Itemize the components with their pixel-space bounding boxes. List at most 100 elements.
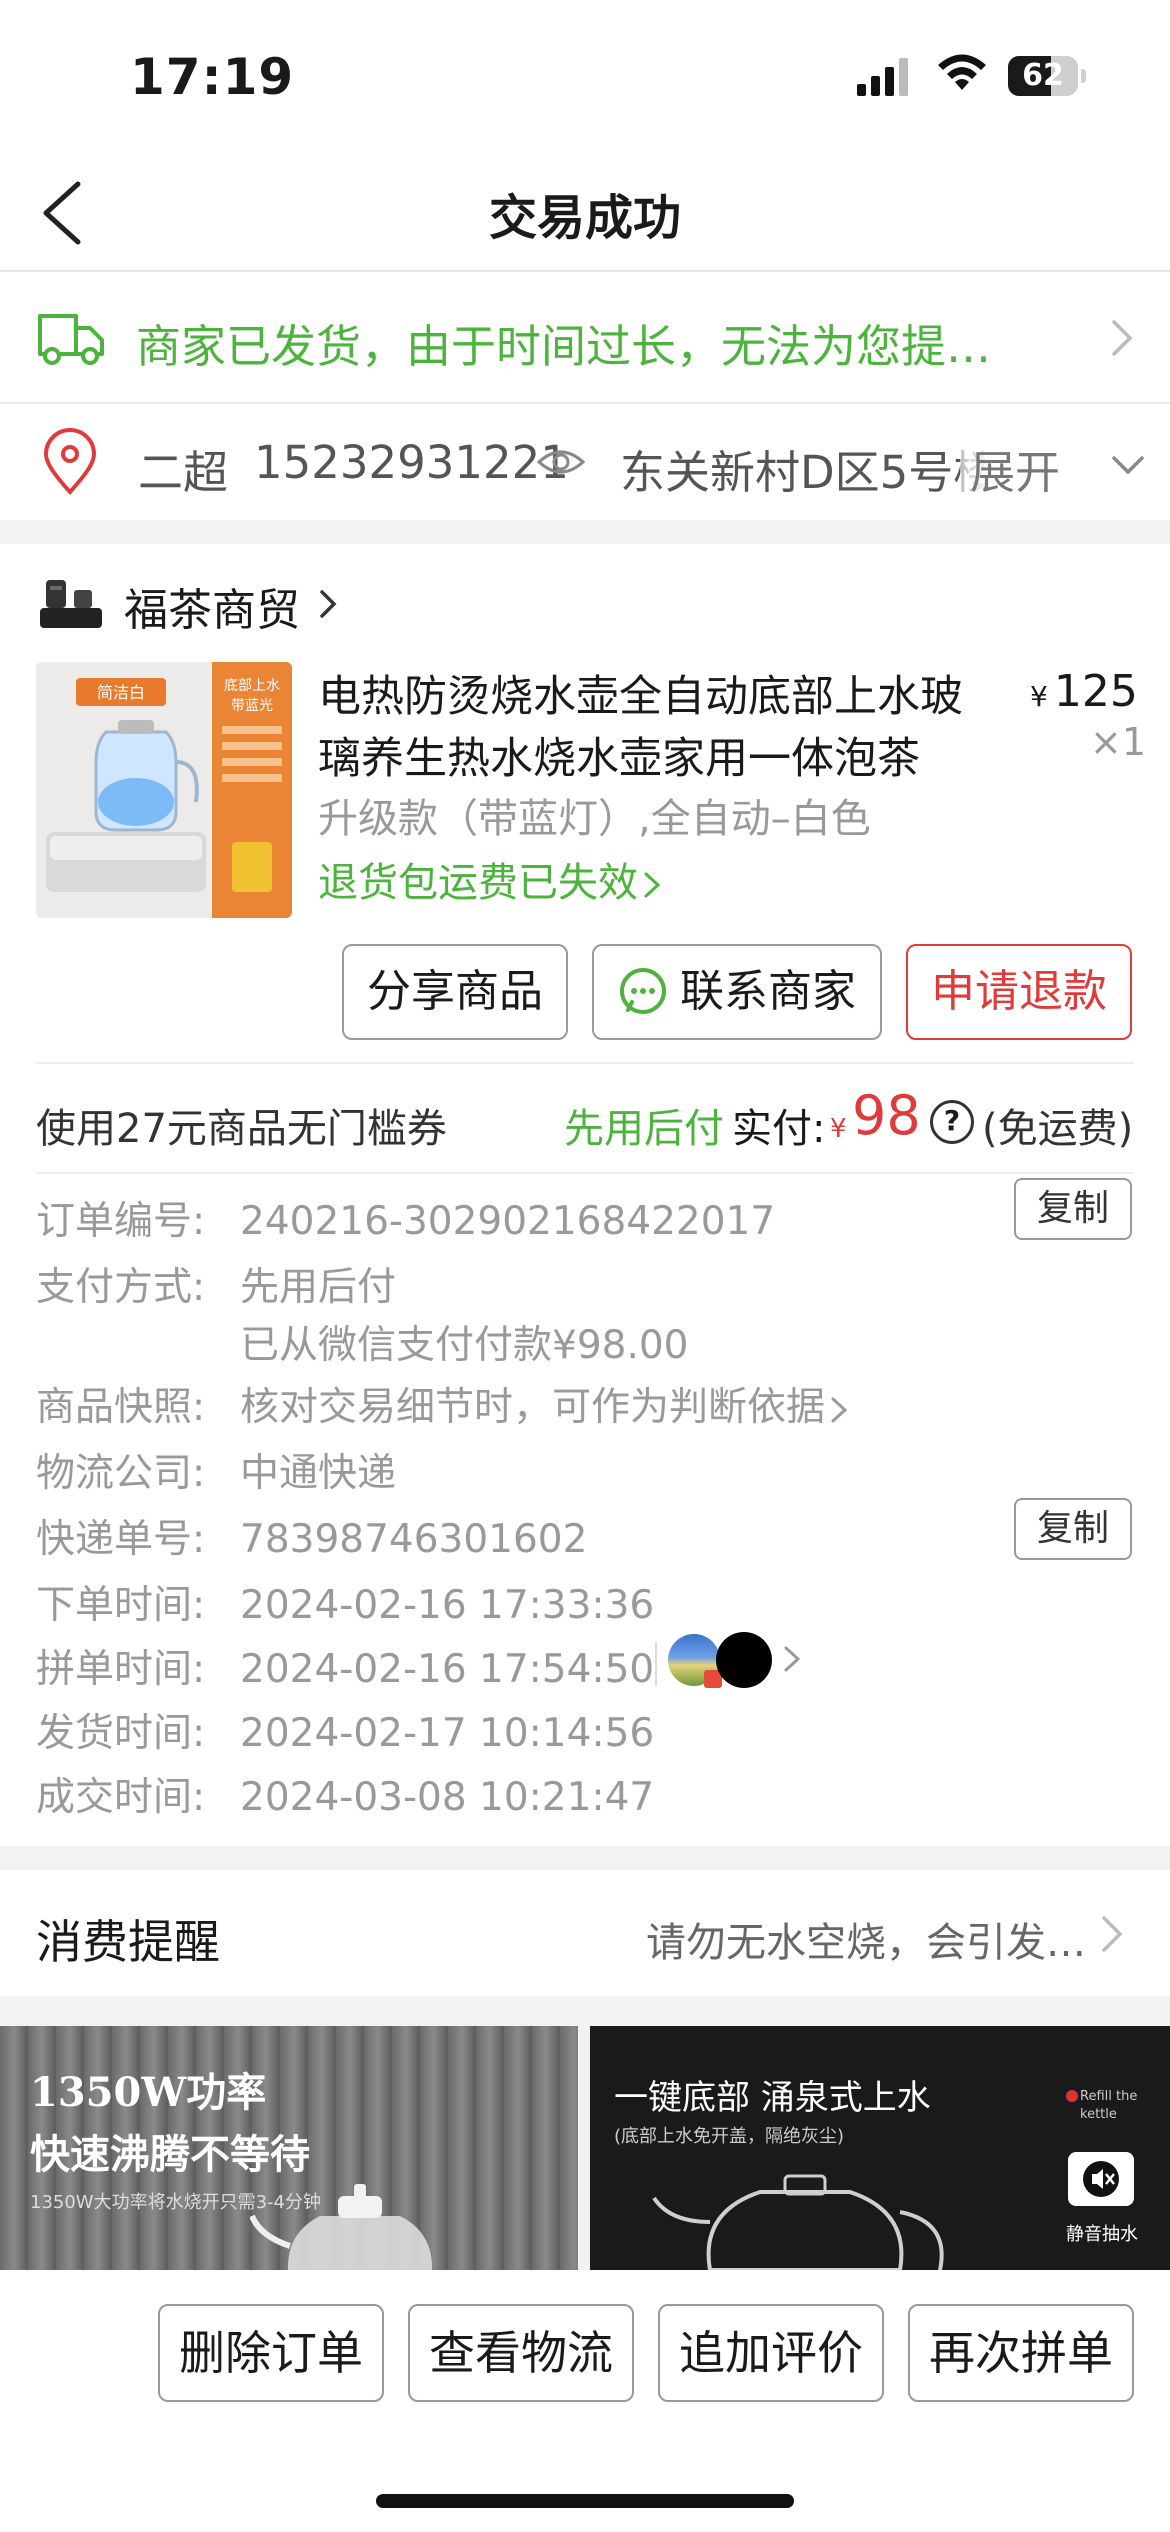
address-detail: 东关新村D区5号楼 — [620, 446, 999, 499]
truck-icon — [38, 314, 104, 365]
copy-order-number-button[interactable]: 复制 — [1014, 1178, 1132, 1240]
payment-method-row: 支付方式: 先用后付 — [36, 1256, 396, 1312]
paid-currency: ¥ — [830, 1114, 847, 1144]
contact-seller-button[interactable]: 联系商家 — [592, 944, 882, 1040]
svg-text:底部上水: 底部上水 — [224, 678, 280, 694]
mute-speaker-icon — [1068, 2152, 1134, 2206]
request-refund-button[interactable]: 申请退款 — [906, 944, 1132, 1040]
help-question-icon[interactable]: ? — [930, 1100, 974, 1144]
info-label: 订单编号: — [36, 1199, 206, 1244]
product-banners: 1350W功率 快速沸腾不等待 1350W大功率将水烧开只需3-4分钟 一键底部… — [0, 2026, 1170, 2270]
view-logistics-button[interactable]: 查看物流 — [408, 2304, 634, 2402]
chevron-right-icon — [1102, 1916, 1123, 1952]
regroup-order-button[interactable]: 再次拼单 — [908, 2304, 1134, 2402]
tracking-row: 快递单号: 78398746301602 — [36, 1508, 587, 1564]
deal-time-row: 成交时间: 2024-03-08 10:21:47 — [36, 1766, 654, 1822]
snapshot-value: 核对交易细节时，可作为判断依据 — [240, 1385, 826, 1430]
wifi-icon — [938, 54, 986, 90]
status-bar: 17:19 62 — [0, 0, 1170, 150]
group-time-value: 2024-02-16 17:54:50 — [240, 1647, 655, 1692]
banner-bottom-fill[interactable]: 一键底部 涌泉式上水 (底部上水免开盖，隔绝灰尘) Refill the ket… — [590, 2026, 1170, 2270]
group-time-row: 拼单时间: 2024-02-16 17:54:50 — [36, 1638, 654, 1694]
red-dot-icon — [1066, 2090, 1078, 2102]
product-price: ¥125 — [1030, 666, 1138, 717]
shipping-status-text: 商家已发货，由于时间过长，无法为您提… — [136, 320, 992, 373]
info-label: 商品快照: — [36, 1385, 206, 1430]
share-product-button[interactable]: 分享商品 — [342, 944, 568, 1040]
shop-logo[interactable] — [36, 568, 106, 638]
chevron-right-icon — [831, 1397, 848, 1422]
chevron-right-icon — [1112, 320, 1133, 356]
order-time-row: 下单时间: 2024-02-16 17:33:36 — [36, 1574, 654, 1630]
ship-time-value: 2024-02-17 10:14:56 — [240, 1711, 655, 1756]
status-time: 17:19 — [130, 48, 295, 106]
kettle-logo-icon — [40, 580, 102, 628]
free-shipping-text: (免运费) — [982, 1106, 1134, 1152]
address-expand-link[interactable]: 展开 — [960, 436, 1061, 501]
tips-text: 请勿无水空烧，会引发… — [646, 1920, 1086, 1966]
tips-title: 消费提醒 — [36, 1915, 220, 1969]
coupon-text: 使用27元商品无门槛券 — [36, 1106, 447, 1152]
info-label: 成交时间: — [36, 1775, 206, 1820]
shop-name[interactable]: 福茶商贸 — [124, 574, 300, 638]
home-indicator[interactable] — [376, 2494, 794, 2508]
info-label: 快递单号: — [36, 1517, 206, 1562]
recipient-name: 二超 — [138, 446, 229, 499]
battery-tip — [1081, 69, 1086, 83]
order-number-row: 订单编号: 240216-302902168422017 — [36, 1190, 775, 1246]
bottom-action-bar: 删除订单 查看物流 追加评价 再次拼单 — [0, 2270, 1170, 2532]
product-image[interactable]: 简洁白 底部上水 带蓝光 — [36, 662, 292, 918]
kettle-illustration — [250, 2184, 432, 2270]
return-shipping-note[interactable]: 退货包运费已失效 — [318, 850, 664, 908]
kettle-product-illustration: 简洁白 底部上水 带蓝光 — [36, 662, 292, 918]
delete-order-button[interactable]: 删除订单 — [158, 2304, 384, 2402]
chat-bubble-icon — [620, 968, 666, 1014]
order-card: 福茶商贸 简洁白 底部上水 带蓝光 电热防烫烧水壶全自动底部上水玻璃养生热水烧水… — [0, 544, 1170, 1846]
battery-icon: 62 — [1008, 56, 1078, 96]
courier-row: 物流公司: 中通快递 — [36, 1442, 396, 1498]
info-label: 拼单时间: — [36, 1647, 206, 1692]
chevron-right-icon — [644, 872, 661, 898]
product-title[interactable]: 电热防烫烧水壶全自动底部上水玻璃养生热水烧水壶家用一体泡茶 — [318, 666, 998, 790]
info-label: 发货时间: — [36, 1711, 206, 1756]
chevron-right-icon[interactable] — [782, 1644, 804, 1674]
svg-text:带蓝光: 带蓝光 — [231, 698, 273, 714]
consumer-tips-row[interactable]: 消费提醒 请勿无水空烧，会引发… — [0, 1870, 1170, 1996]
banner-headline: 一键底部 涌泉式上水 — [614, 2078, 931, 2118]
payment-method-value: 先用后付 — [240, 1265, 397, 1310]
product-spec: 升级款（带蓝灯）,全自动–白色 — [318, 796, 871, 842]
divider — [36, 1062, 1134, 1064]
banner-mute-label: 静音抽水 — [1066, 2224, 1138, 2245]
payment-method-note: 已从微信支付付款¥98.00 — [240, 1323, 689, 1368]
page-title: 交易成功 — [488, 190, 681, 246]
info-label: 支付方式: — [36, 1265, 206, 1310]
info-label: 下单时间: — [36, 1583, 206, 1628]
eye-icon[interactable] — [536, 442, 586, 482]
deal-time-value: 2024-03-08 10:21:47 — [240, 1775, 655, 1820]
banner-subtext: (底部上水免开盖，隔绝灰尘) — [614, 2126, 845, 2147]
shipping-address-row[interactable]: 二超 15232931221 东关新村D区5号楼 展开 — [0, 404, 1170, 520]
banner-refill-text: Refill the kettle — [1080, 2089, 1138, 2122]
separator — [655, 1642, 657, 1686]
add-review-button[interactable]: 追加评价 — [658, 2304, 884, 2402]
paid-label: 实付: — [732, 1106, 826, 1152]
image-tag-text: 简洁白 — [97, 683, 145, 702]
paid-amount: 98 — [852, 1084, 921, 1147]
snapshot-row[interactable]: 商品快照: 核对交易细节时，可作为判断依据 — [36, 1376, 851, 1432]
banner-headline: 1350W功率 — [30, 2069, 267, 2116]
banner-power[interactable]: 1350W功率 快速沸腾不等待 1350W大功率将水烧开只需3-4分钟 — [0, 2026, 578, 2270]
shipping-status-row[interactable]: 商家已发货，由于时间过长，无法为您提… — [0, 272, 1170, 404]
order-number-value: 240216-302902168422017 — [240, 1199, 776, 1244]
divider — [36, 1172, 1134, 1174]
glass-kettle-illustration — [652, 2174, 944, 2270]
avatar[interactable] — [716, 1632, 772, 1688]
location-pin-icon — [43, 428, 97, 495]
info-label: 物流公司: — [36, 1451, 206, 1496]
copy-tracking-button[interactable]: 复制 — [1014, 1498, 1132, 1560]
product-quantity: ×1 — [1090, 720, 1147, 764]
recipient-phone: 15232931221 — [254, 436, 569, 489]
price-value: 125 — [1053, 666, 1138, 717]
banner-headline: 快速沸腾不等待 — [30, 2131, 310, 2178]
ship-time-row: 发货时间: 2024-02-17 10:14:56 — [36, 1702, 654, 1758]
chevron-down-icon — [1112, 456, 1144, 475]
